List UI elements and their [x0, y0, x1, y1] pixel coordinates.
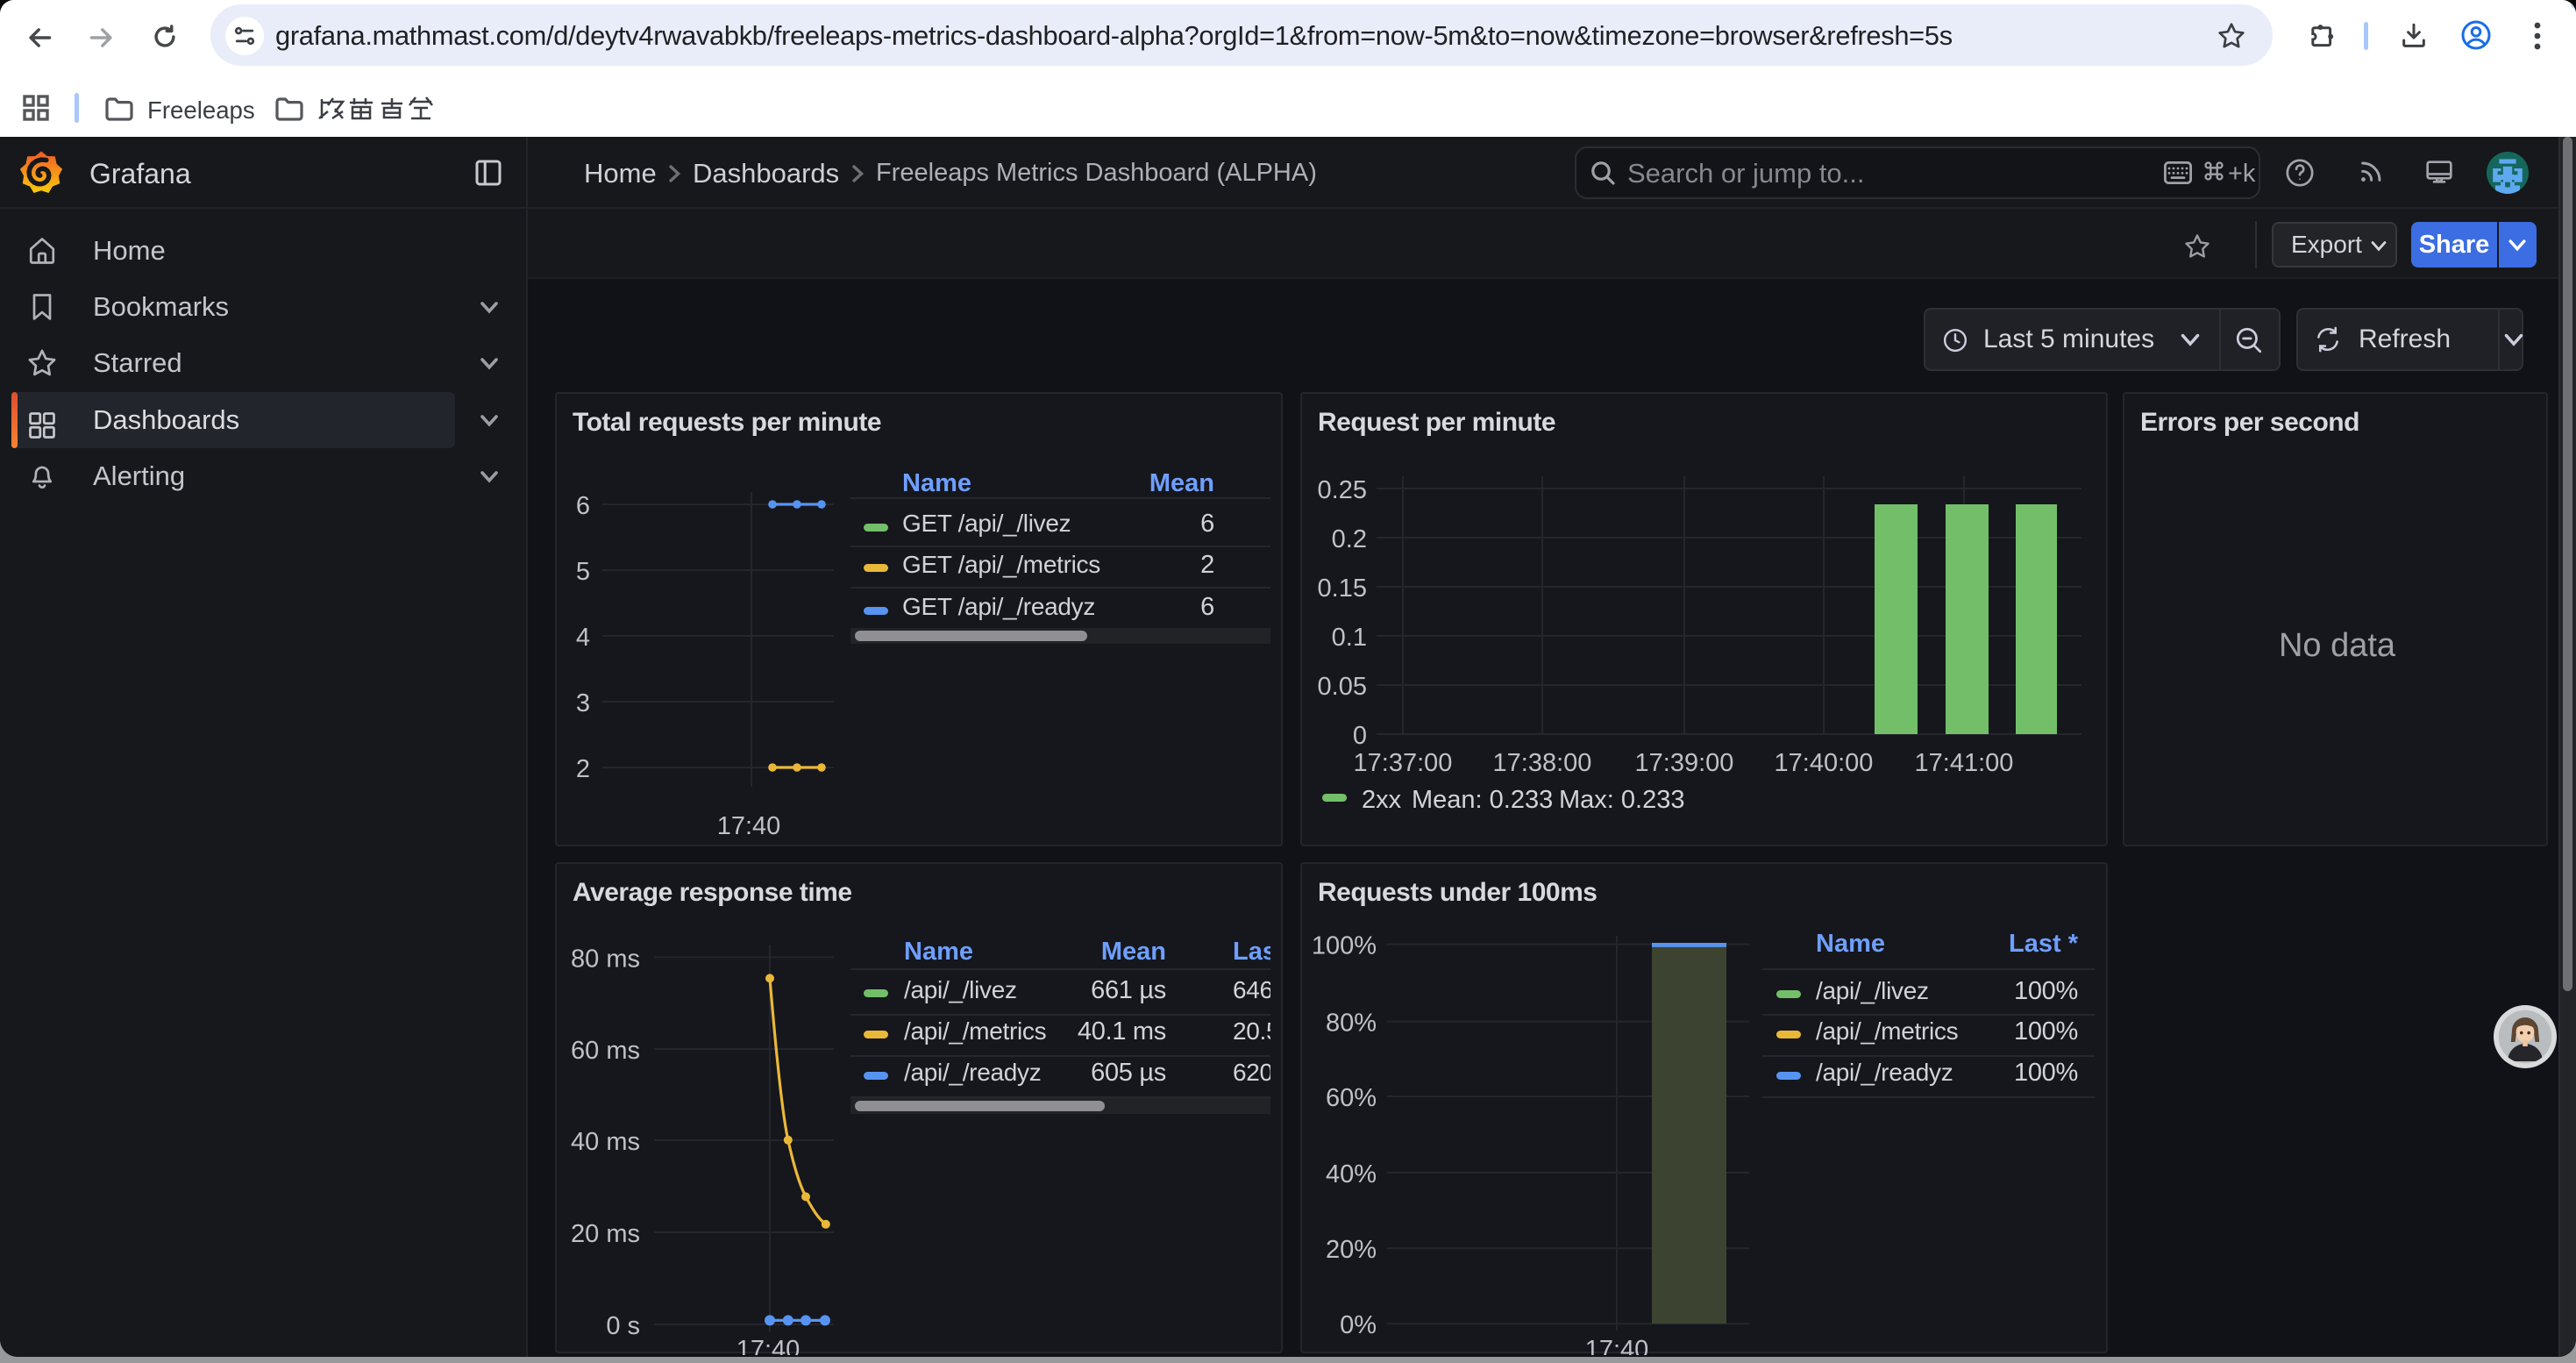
svg-text:Mean: 0.233: Mean: 0.233	[1412, 786, 1553, 814]
svg-text:17:37:00: 17:37:00	[1354, 749, 1453, 777]
svg-text:40%: 40%	[1326, 1160, 1377, 1188]
svg-text:Max: 0.233: Max: 0.233	[1559, 786, 1684, 814]
svg-text:4: 4	[576, 624, 590, 652]
svg-text:17:40: 17:40	[1585, 1336, 1649, 1355]
svg-text:0.05: 0.05	[1318, 673, 1367, 701]
svg-text:20%: 20%	[1326, 1236, 1377, 1264]
svg-text:80%: 80%	[1326, 1010, 1377, 1038]
svg-text:5: 5	[576, 558, 590, 586]
svg-text:6: 6	[576, 492, 590, 520]
svg-text:2: 2	[576, 755, 590, 783]
svg-text:0: 0	[1353, 722, 1367, 750]
svg-text:17:41:00: 17:41:00	[1915, 749, 2014, 777]
svg-text:17:40: 17:40	[717, 812, 781, 840]
svg-text:3: 3	[576, 689, 590, 717]
svg-text:0.2: 0.2	[1332, 525, 1367, 553]
svg-text:60%: 60%	[1326, 1084, 1377, 1112]
svg-text:17:38:00: 17:38:00	[1493, 749, 1592, 777]
svg-text:2xx: 2xx	[1362, 786, 1402, 814]
svg-text:100%: 100%	[1312, 932, 1377, 960]
svg-text:17:39:00: 17:39:00	[1635, 749, 1734, 777]
svg-text:0.1: 0.1	[1332, 624, 1367, 652]
svg-text:0%: 0%	[1340, 1311, 1377, 1339]
svg-text:0.15: 0.15	[1318, 574, 1367, 603]
svg-text:0.25: 0.25	[1318, 476, 1367, 504]
svg-text:17:40:00: 17:40:00	[1775, 749, 1874, 777]
